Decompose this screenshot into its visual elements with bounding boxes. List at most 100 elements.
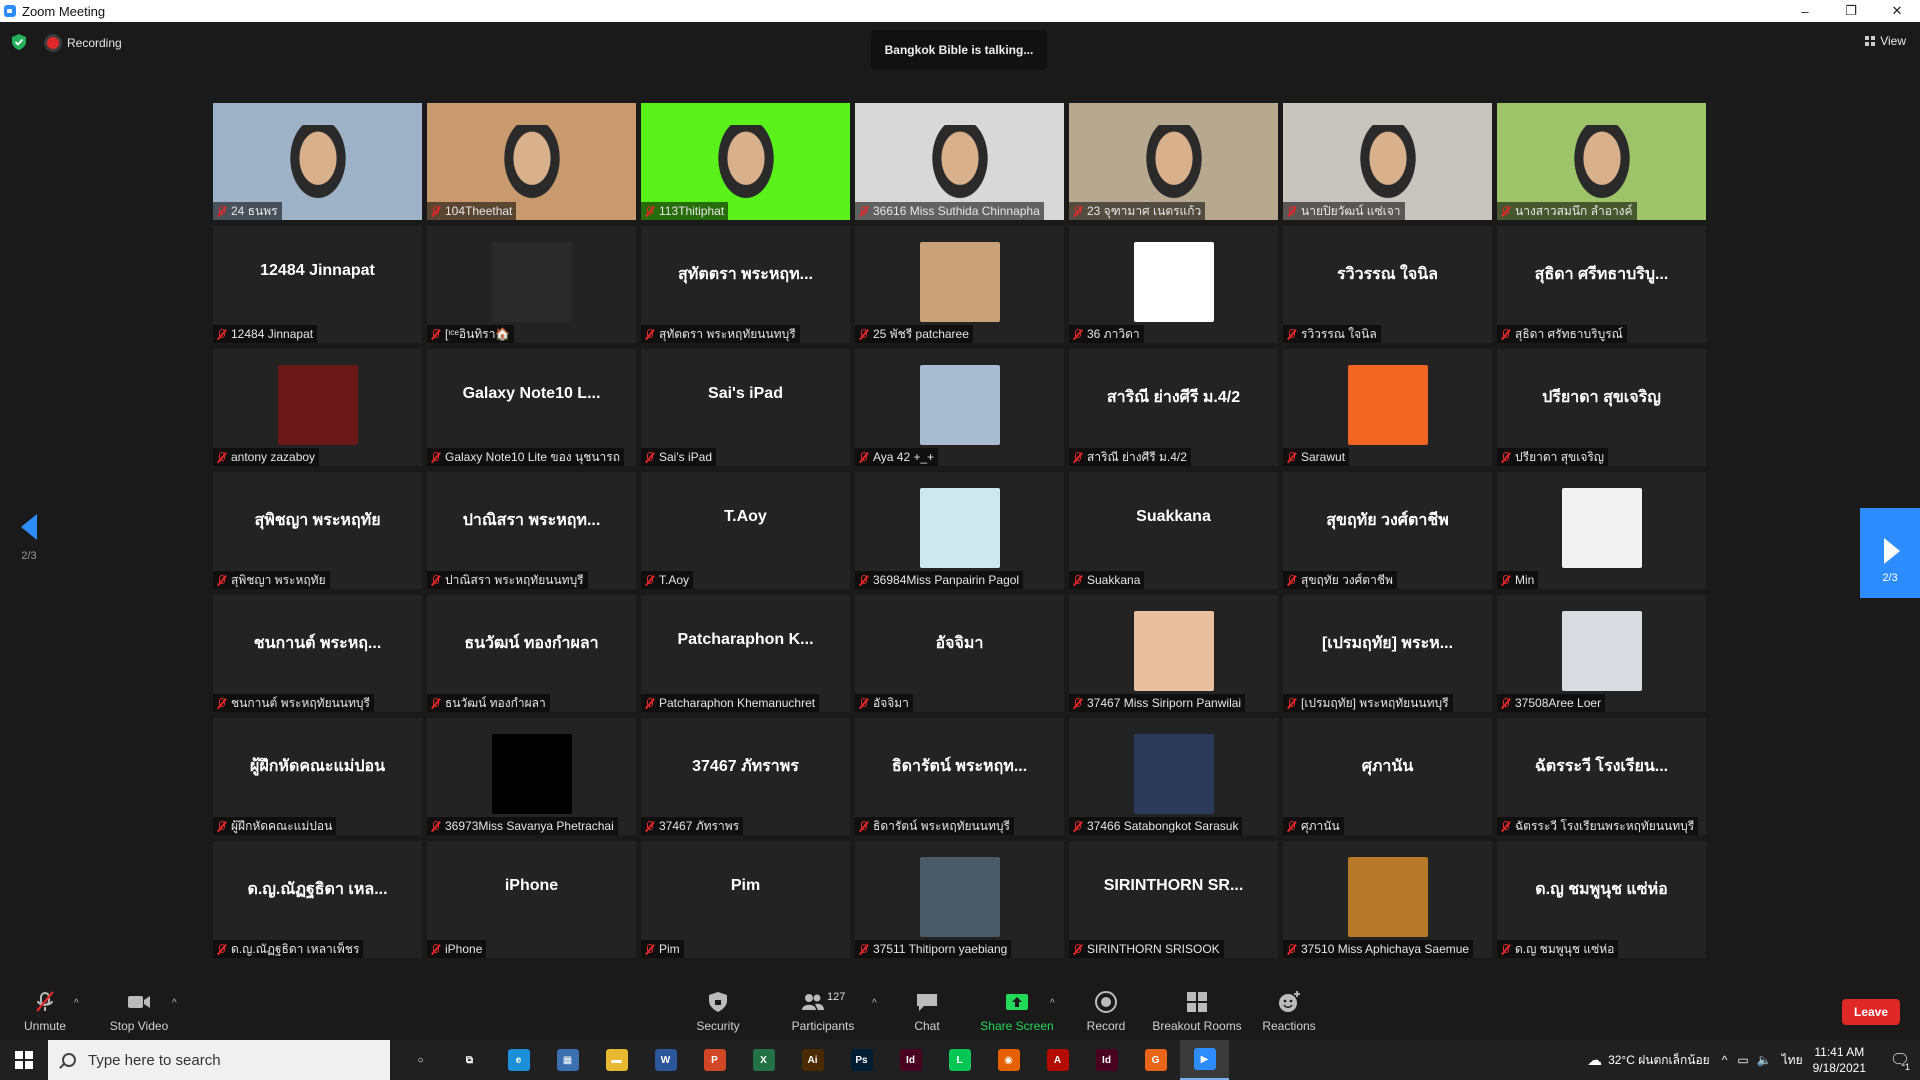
- record-button[interactable]: Record: [1080, 982, 1132, 1040]
- taskbar-app-illustrator[interactable]: Ai: [788, 1040, 837, 1080]
- participant-tile[interactable]: iPhone iPhone: [427, 841, 636, 958]
- participant-tile[interactable]: 37467 ภัทราพร 37467 ภัทราพร: [641, 718, 850, 835]
- share-screen-button[interactable]: Share Screen: [976, 982, 1058, 1040]
- security-button[interactable]: Security: [690, 982, 746, 1040]
- participant-tile[interactable]: [ᶦᶜᵉอินทิรา🏠: [427, 226, 636, 343]
- participants-button[interactable]: 127 Participants: [788, 982, 858, 1040]
- taskbar-app-edge[interactable]: e: [494, 1040, 543, 1080]
- taskbar-app-photoshop[interactable]: Ps: [837, 1040, 886, 1080]
- previous-page-button[interactable]: 2/3: [16, 514, 42, 562]
- participant-tile[interactable]: 37510 Miss Aphichaya Saemue: [1283, 841, 1492, 958]
- participant-name-label: 37466 Satabongkot Sarasuk: [1069, 817, 1243, 835]
- participant-tile[interactable]: สาริณี ย่างศีรี ม.4/2 สาริณี ย่างศีรี ม.4…: [1069, 349, 1278, 466]
- taskbar-app-indesign[interactable]: Id: [886, 1040, 935, 1080]
- recording-indicator[interactable]: Recording: [44, 34, 122, 52]
- participant-tile[interactable]: 36 ภาวิดา: [1069, 226, 1278, 343]
- participant-tile[interactable]: SIRINTHORN SR... SIRINTHORN SRISOOK: [1069, 841, 1278, 958]
- taskbar-app-line[interactable]: L: [935, 1040, 984, 1080]
- participant-tile[interactable]: ฉัตรระวี โรงเรียน... ฉัตรระวี โรงเรียนพระ…: [1497, 718, 1706, 835]
- participant-tile[interactable]: ผู้ฝึกหัดคณะแม่ปอน ผู้ฝึกหัดคณะแม่ปอน: [213, 718, 422, 835]
- show-hidden-icons-icon[interactable]: ^: [1722, 1053, 1728, 1067]
- participant-tile[interactable]: 23 จุฑามาศ เนตรแก้ว: [1069, 103, 1278, 220]
- participant-tile[interactable]: 37511 Thitiporn yaebiang: [855, 841, 1064, 958]
- participant-tile[interactable]: Sarawut: [1283, 349, 1492, 466]
- taskbar-app-cortana[interactable]: ○: [396, 1040, 445, 1080]
- taskbar-app-word[interactable]: W: [641, 1040, 690, 1080]
- participant-tile[interactable]: Patcharaphon K... Patcharaphon Khemanuchr…: [641, 595, 850, 712]
- participant-tile[interactable]: Galaxy Note10 L... Galaxy Note10 Lite ของ…: [427, 349, 636, 466]
- participant-tile[interactable]: 25 พัชรี patcharee: [855, 226, 1064, 343]
- start-button[interactable]: [0, 1040, 48, 1080]
- participant-tile[interactable]: 12484 Jinnapat 12484 Jinnapat: [213, 226, 422, 343]
- share-options-caret-icon[interactable]: ^: [1050, 998, 1055, 1009]
- taskbar-app-task-view[interactable]: ⧉: [445, 1040, 494, 1080]
- participant-tile[interactable]: ด.ญ.ณัฏฐธิดา เหล... ด.ญ.ณัฏฐธิดา เหลาเพ็ช…: [213, 841, 422, 958]
- participant-tile[interactable]: นายปิยวัฒน์ แซ่เจา: [1283, 103, 1492, 220]
- taskbar-app-excel[interactable]: X: [739, 1040, 788, 1080]
- participant-tile[interactable]: อัจจิมา อัจจิมา: [855, 595, 1064, 712]
- notification-center-button[interactable]: 🗨 1: [1880, 1040, 1920, 1080]
- participant-tile[interactable]: Min: [1497, 472, 1706, 589]
- participant-tile[interactable]: Sai's iPad Sai's iPad: [641, 349, 850, 466]
- taskbar-app-grammarly[interactable]: G: [1131, 1040, 1180, 1080]
- volume-icon[interactable]: 🔈: [1757, 1053, 1772, 1067]
- participant-tile[interactable]: รวิวรรณ ใจนิล รวิวรรณ ใจนิล: [1283, 226, 1492, 343]
- audio-options-caret-icon[interactable]: ^: [74, 998, 79, 1009]
- stop-video-button[interactable]: Stop Video: [104, 982, 174, 1040]
- taskbar-app-powerpoint[interactable]: P: [690, 1040, 739, 1080]
- participant-tile[interactable]: [เปรมฤทัย] พระห... [เปรมฤทัย] พระหฤทัยนนท…: [1283, 595, 1492, 712]
- taskbar-app-calculator[interactable]: ▦: [543, 1040, 592, 1080]
- leave-button[interactable]: Leave: [1842, 999, 1900, 1025]
- participant-tile[interactable]: นางสาวสมนึก ลำอางค์: [1497, 103, 1706, 220]
- taskbar-app-indesign-alt[interactable]: Id: [1082, 1040, 1131, 1080]
- taskbar-app-zoom[interactable]: ▶: [1180, 1040, 1229, 1080]
- participant-tile[interactable]: 37466 Satabongkot Sarasuk: [1069, 718, 1278, 835]
- encryption-shield-icon[interactable]: [12, 34, 26, 50]
- taskbar-app-file-explorer[interactable]: ▬: [592, 1040, 641, 1080]
- taskbar-app-acrobat[interactable]: A: [1033, 1040, 1082, 1080]
- participants-caret-icon[interactable]: ^: [872, 998, 877, 1009]
- participant-tile[interactable]: 37467 Miss Siriporn Panwilai: [1069, 595, 1278, 712]
- video-options-caret-icon[interactable]: ^: [172, 998, 177, 1009]
- view-button[interactable]: View: [1865, 34, 1906, 48]
- participant-tile[interactable]: สุขฤทัย วงศ์ตาชีพ สุขฤทัย วงศ์ตาชีพ: [1283, 472, 1492, 589]
- participant-tile[interactable]: ธนวัฒน์ ทองกำผลา ธนวัฒน์ ทองกำผลา: [427, 595, 636, 712]
- network-icon[interactable]: ▭: [1737, 1053, 1748, 1067]
- minimize-button[interactable]: –: [1782, 0, 1828, 22]
- participant-tile[interactable]: 37508Aree Loer: [1497, 595, 1706, 712]
- participant-tile[interactable]: สุธิดา ศรีทธาบริบู... สุธิดา ศรัทธาบริบูร…: [1497, 226, 1706, 343]
- participant-tile[interactable]: สุพิชญา พระหฤทัย สุพิชญา พระหฤทัย: [213, 472, 422, 589]
- participant-tile[interactable]: ธิดารัตน์ พระหฤท... ธิดารัตน์ พระหฤทัยนนท…: [855, 718, 1064, 835]
- weather-text[interactable]: 32°C ฝนตกเล็กน้อย: [1608, 1051, 1710, 1070]
- breakout-rooms-button[interactable]: Breakout Rooms: [1152, 982, 1242, 1040]
- participant-tile[interactable]: antony zazaboy: [213, 349, 422, 466]
- next-page-button[interactable]: 2/3: [1860, 508, 1920, 598]
- reactions-button[interactable]: Reactions: [1262, 982, 1316, 1040]
- participant-tile[interactable]: Pim Pim: [641, 841, 850, 958]
- participant-name-label: Min: [1497, 571, 1539, 589]
- participant-tile[interactable]: 36616 Miss Suthida Chinnapha: [855, 103, 1064, 220]
- maximize-button[interactable]: ❐: [1828, 0, 1874, 22]
- participant-tile[interactable]: Suakkana Suakkana: [1069, 472, 1278, 589]
- participant-tile[interactable]: ชนกานต์ พระหฤ... ชนกานต์ พระหฤทัยนนทบุรี: [213, 595, 422, 712]
- participant-tile[interactable]: 36973Miss Savanya Phetrachai: [427, 718, 636, 835]
- participant-tile[interactable]: ปรียาดา สุขเจริญ ปรียาดา สุขเจริญ: [1497, 349, 1706, 466]
- taskbar-search-box[interactable]: Type here to search: [48, 1040, 390, 1080]
- chat-button[interactable]: Chat: [902, 982, 952, 1040]
- participant-tile[interactable]: ด.ญ ชมพูนุช แซ่ห่อ ด.ญ ชมพูนุช แซ่ห่อ: [1497, 841, 1706, 958]
- participant-tile[interactable]: ปาณิสรา พระหฤท... ปาณิสรา พระหฤทัยนนทบุรี: [427, 472, 636, 589]
- participant-tile[interactable]: 36984Miss Panpairin Pagol: [855, 472, 1064, 589]
- taskbar-app-firefox[interactable]: ◉: [984, 1040, 1033, 1080]
- participant-tile[interactable]: สุทัตตรา พระหฤท... สุทัตตรา พระหฤทัยนนทบุ…: [641, 226, 850, 343]
- participant-tile[interactable]: T.Aoy T.Aoy: [641, 472, 850, 589]
- participant-tile[interactable]: 24 ธนพร: [213, 103, 422, 220]
- participant-tile[interactable]: Aya 42 +_+: [855, 349, 1064, 466]
- close-button[interactable]: ✕: [1874, 0, 1920, 22]
- unmute-button[interactable]: Unmute: [20, 982, 70, 1040]
- input-language[interactable]: ไทย: [1782, 1051, 1803, 1070]
- taskbar-clock[interactable]: 11:41 AM 9/18/2021: [1813, 1044, 1866, 1076]
- cortana-icon: ○: [417, 1054, 424, 1066]
- participant-tile[interactable]: 104Theethat: [427, 103, 636, 220]
- participant-tile[interactable]: ศุภานัน ศุภานัน: [1283, 718, 1492, 835]
- participant-tile[interactable]: 113Thitiphat: [641, 103, 850, 220]
